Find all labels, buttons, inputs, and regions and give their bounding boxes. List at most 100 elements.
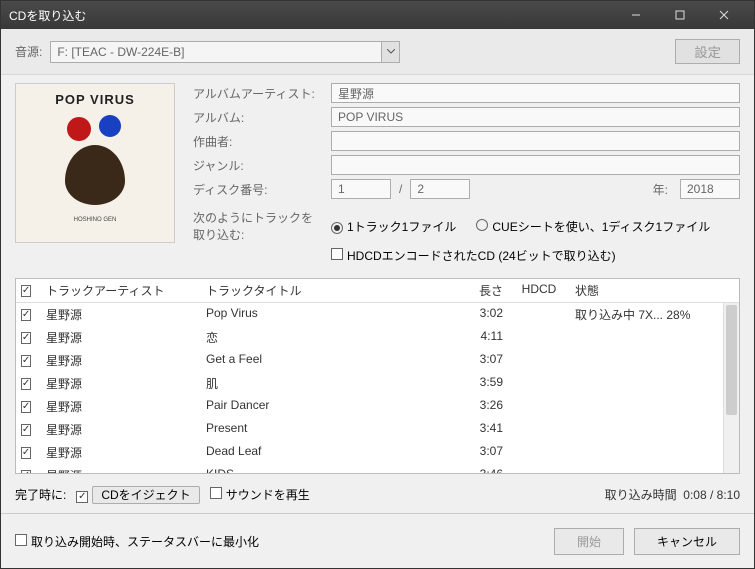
track-row[interactable]: 星野源Get a Feel3:07 [16, 349, 739, 372]
track-length: 3:59 [459, 372, 509, 395]
cancel-button[interactable]: キャンセル [634, 528, 740, 555]
album-artist-field[interactable]: 星野源 [331, 83, 740, 103]
import-time-label: 取り込み時間 [605, 488, 677, 502]
column-title[interactable]: トラックタイトル [200, 279, 459, 302]
track-length: 3:07 [459, 441, 509, 464]
checkbox-icon [210, 487, 222, 499]
track-length: 3:46 [459, 464, 509, 473]
radio-one-track-one-file[interactable]: 1トラック1ファイル [331, 218, 456, 235]
import-time-value: 0:08 / 8:10 [683, 488, 740, 502]
track-title: Pop Virus [200, 303, 459, 326]
track-title: Dead Leaf [200, 441, 459, 464]
track-status [569, 326, 739, 349]
select-all-checkbox[interactable] [16, 279, 40, 302]
disc-total-field[interactable]: 2 [410, 179, 470, 199]
disc-separator: / [399, 182, 402, 196]
import-as-label: 次のようにトラックを取り込む: [193, 209, 323, 243]
genre-label: ジャンル: [193, 157, 323, 174]
track-hdcd [509, 441, 569, 464]
track-title: Present [200, 418, 459, 441]
track-title: 肌 [200, 372, 459, 395]
column-artist[interactable]: トラックアーティスト [40, 279, 200, 302]
minimize-on-start-checkbox[interactable]: 取り込み開始時、ステータスバーに最小化 [15, 533, 259, 550]
track-row[interactable]: 星野源Dead Leaf3:07 [16, 441, 739, 464]
eject-cd-checkbox[interactable]: CDをイジェクト [76, 486, 199, 503]
track-row[interactable]: 星野源Pop Virus3:02取り込み中 7X... 28% [16, 303, 739, 326]
settings-button[interactable]: 設定 [675, 39, 740, 64]
play-sound-checkbox[interactable]: サウンドを再生 [210, 486, 310, 503]
album-label: アルバム: [193, 109, 323, 126]
close-button[interactable] [702, 1, 746, 29]
track-title: 恋 [200, 326, 459, 349]
track-checkbox[interactable] [16, 303, 40, 326]
track-artist: 星野源 [40, 418, 200, 441]
album-art-graphic [55, 113, 135, 213]
track-checkbox[interactable] [16, 326, 40, 349]
track-checkbox[interactable] [16, 418, 40, 441]
track-artist: 星野源 [40, 349, 200, 372]
separator [1, 513, 754, 514]
track-length: 3:07 [459, 349, 509, 372]
track-header: トラックアーティスト トラックタイトル 長さ HDCD 状態 [16, 279, 739, 303]
disc-number-field[interactable]: 1 [331, 179, 391, 199]
chevron-down-icon[interactable] [381, 42, 399, 62]
track-title: KIDS [200, 464, 459, 473]
composer-label: 作曲者: [193, 133, 323, 150]
column-hdcd[interactable]: HDCD [509, 279, 569, 302]
start-button[interactable]: 開始 [554, 528, 624, 555]
track-status [569, 464, 739, 473]
checkbox-icon [76, 491, 88, 503]
track-row[interactable]: 星野源KIDS3:46 [16, 464, 739, 473]
track-list: トラックアーティスト トラックタイトル 長さ HDCD 状態 星野源Pop Vi… [15, 278, 740, 474]
track-artist: 星野源 [40, 395, 200, 418]
track-status [569, 349, 739, 372]
scrollbar-vertical[interactable] [723, 303, 739, 473]
titlebar: CDを取り込む [1, 1, 754, 29]
track-title: Pair Dancer [200, 395, 459, 418]
radio-cue-sheet[interactable]: CUEシートを使い、1ディスク1ファイル [476, 218, 710, 235]
track-hdcd [509, 372, 569, 395]
window-title: CDを取り込む [9, 7, 614, 24]
track-hdcd [509, 326, 569, 349]
on-finish-label: 完了時に: [15, 486, 66, 503]
album-field[interactable]: POP VIRUS [331, 107, 740, 127]
track-status [569, 418, 739, 441]
source-select[interactable]: F: [TEAC - DW-224E-B] [50, 41, 400, 63]
track-status [569, 441, 739, 464]
minimize-button[interactable] [614, 1, 658, 29]
column-status[interactable]: 状態 [569, 279, 739, 302]
track-artist: 星野源 [40, 326, 200, 349]
scrollbar-thumb[interactable] [726, 305, 737, 415]
composer-field[interactable] [331, 131, 740, 151]
track-length: 3:41 [459, 418, 509, 441]
track-checkbox[interactable] [16, 464, 40, 473]
genre-field[interactable] [331, 155, 740, 175]
track-row[interactable]: 星野源肌3:59 [16, 372, 739, 395]
checkbox-icon [15, 534, 27, 546]
track-hdcd [509, 395, 569, 418]
track-artist: 星野源 [40, 303, 200, 326]
radio-icon [476, 219, 488, 231]
source-label: 音源: [15, 43, 42, 60]
track-checkbox[interactable] [16, 372, 40, 395]
track-artist: 星野源 [40, 372, 200, 395]
album-art-title: POP VIRUS [55, 92, 135, 107]
album-art-artist: HOSHINO GEN [74, 217, 117, 223]
track-hdcd [509, 418, 569, 441]
year-field[interactable]: 2018 [680, 179, 740, 199]
track-checkbox[interactable] [16, 395, 40, 418]
track-status: 取り込み中 7X... 28% [569, 303, 739, 326]
maximize-button[interactable] [658, 1, 702, 29]
track-checkbox[interactable] [16, 349, 40, 372]
track-row[interactable]: 星野源Present3:41 [16, 418, 739, 441]
hdcd-checkbox[interactable]: HDCDエンコードされたCD (24ビットで取り込む) [331, 247, 616, 264]
column-length[interactable]: 長さ [459, 279, 509, 302]
track-hdcd [509, 303, 569, 326]
track-row[interactable]: 星野源Pair Dancer3:26 [16, 395, 739, 418]
track-checkbox[interactable] [16, 441, 40, 464]
track-title: Get a Feel [200, 349, 459, 372]
track-row[interactable]: 星野源恋4:11 [16, 326, 739, 349]
track-status [569, 372, 739, 395]
disc-number-label: ディスク番号: [193, 181, 323, 198]
checkbox-icon [331, 248, 343, 260]
